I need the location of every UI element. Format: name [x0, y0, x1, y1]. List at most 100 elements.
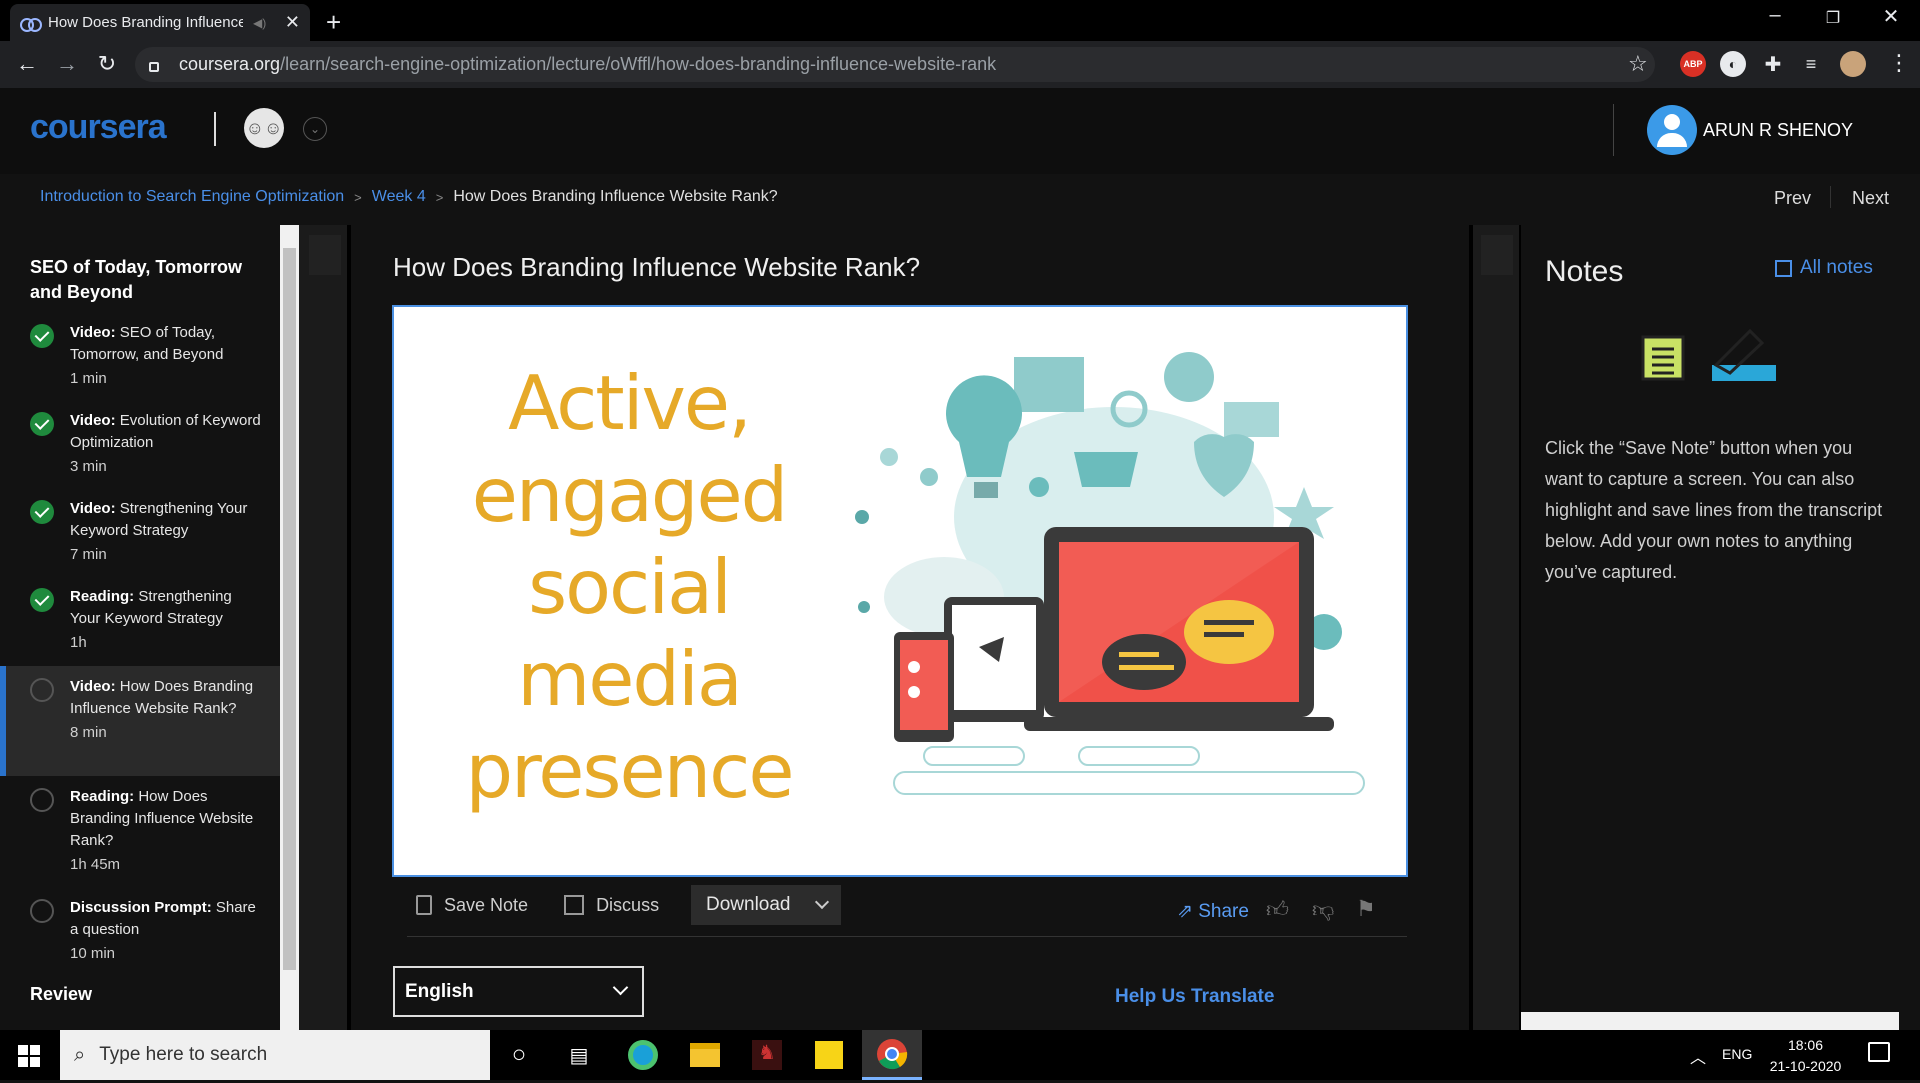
system-clock[interactable]: 18:06 21-10-2020	[1768, 1035, 1843, 1077]
discuss-button[interactable]: Discuss	[564, 895, 659, 916]
task-view-icon[interactable]: ▤	[562, 1038, 596, 1072]
sidebar-item[interactable]: Discussion Prompt: Share a question 10 mi…	[0, 897, 280, 967]
flag-icon[interactable]: ⚑	[1356, 896, 1382, 922]
breadcrumb-week-link[interactable]: Week 4	[372, 188, 426, 206]
back-icon[interactable]: ←	[12, 51, 42, 77]
adblock-icon[interactable]: ABP	[1680, 51, 1706, 77]
restore-icon[interactable]: ❐	[1810, 8, 1856, 28]
devices-illustration	[855, 352, 1365, 795]
file-explorer-icon[interactable]	[688, 1038, 722, 1072]
notes-title: Notes	[1545, 255, 1624, 288]
sticky-notes-icon[interactable]	[812, 1038, 846, 1072]
extensions-puzzle-icon[interactable]: ✚	[1760, 51, 1786, 77]
forward-icon[interactable]: →	[52, 51, 82, 77]
chrome-taskbar-button[interactable]	[862, 1030, 922, 1080]
external-link-icon	[564, 895, 585, 915]
pager-divider	[1830, 186, 1831, 208]
share-icon: ⇗	[1177, 901, 1199, 922]
review-heading: Review	[30, 984, 93, 1004]
taskbar-search[interactable]: ⌕ Type here to search	[60, 1030, 490, 1080]
slide-text: Active, engaged social media presence	[465, 359, 794, 815]
browser-tab[interactable]: How Does Branding Influence ◀) ✕	[10, 4, 310, 41]
help-translate-link[interactable]: Help Us Translate	[1115, 986, 1274, 1008]
new-tab-button[interactable]: +	[326, 7, 341, 38]
download-label: Download	[706, 894, 791, 915]
external-link-icon	[1775, 259, 1792, 277]
breadcrumb: Introduction to Search Engine Optimizati…	[40, 188, 778, 206]
completed-check-icon	[30, 500, 54, 524]
browser-menu-icon[interactable]: ⋮	[1888, 50, 1910, 76]
tray-chevron-up-icon[interactable]: ︿	[1690, 1044, 1706, 1068]
minimize-icon[interactable]: –	[1752, 4, 1798, 27]
page-scrollbar[interactable]	[1899, 225, 1920, 1030]
lock-icon	[149, 61, 159, 72]
window-close-icon[interactable]: ✕	[1868, 4, 1914, 29]
notification-center-icon[interactable]	[1868, 1042, 1890, 1062]
sidebar-scrollbar-thumb[interactable]	[283, 248, 296, 970]
cortana-icon[interactable]: ○	[502, 1038, 536, 1072]
bookmark-star-icon[interactable]: ☆	[1628, 51, 1648, 77]
all-notes-link[interactable]: All notes	[1775, 257, 1873, 279]
reload-icon[interactable]: ↻	[92, 51, 122, 77]
next-button[interactable]: Next	[1852, 188, 1889, 209]
chrome-icon	[877, 1039, 908, 1070]
sidebar-item-active[interactable]: Video: How Does Branding Influence Websi…	[0, 666, 280, 776]
user-name[interactable]: ARUN R SHENOY	[1703, 120, 1853, 141]
completed-check-icon	[30, 412, 54, 436]
breadcrumb-course-link[interactable]: Introduction to Search Engine Optimizati…	[40, 188, 344, 206]
header-divider-right	[1613, 104, 1614, 156]
sidebar-item[interactable]: Video: SEO of Today, Tomorrow, and Beyon…	[0, 322, 280, 398]
tab-title: How Does Branding Influence	[48, 14, 243, 31]
address-bar[interactable]: coursera.org/learn/search-engine-optimiz…	[135, 47, 1655, 82]
discussion-bubble-icon	[30, 899, 54, 923]
breadcrumb-separator-icon: >	[354, 189, 362, 205]
input-language[interactable]: ENG	[1722, 1046, 1752, 1062]
sidebar-item[interactable]: Video: Strengthening Your Keyword Strate…	[0, 498, 280, 574]
search-placeholder: Type here to search	[99, 1044, 268, 1065]
game-app-icon[interactable]: ♞	[750, 1038, 784, 1072]
breadcrumb-separator-icon: >	[435, 189, 444, 205]
header-divider	[214, 112, 216, 146]
share-label: Share	[1198, 901, 1249, 922]
discuss-label: Discuss	[596, 894, 660, 915]
group-icon[interactable]: ☺☺	[244, 108, 284, 148]
chevron-down-icon[interactable]: ⌄	[303, 117, 327, 141]
sidebar-collapse-column[interactable]	[299, 225, 351, 1030]
notes-horizontal-scrollbar[interactable]	[1521, 1012, 1899, 1030]
breadcrumb-current: How Does Branding Influence Website Rank…	[453, 188, 778, 205]
sidebar-item[interactable]: Reading: How Does Branding Influence Web…	[0, 786, 280, 886]
sidebar-item[interactable]: Video: Evolution of Keyword Optimization…	[0, 410, 280, 486]
coursera-logo[interactable]: coursera	[30, 108, 167, 147]
chevron-down-icon	[814, 894, 830, 910]
language-select[interactable]: English	[393, 966, 644, 1017]
media-controls-icon[interactable]: ≡	[1798, 51, 1824, 77]
save-note-button[interactable]: Save Note	[416, 895, 528, 916]
close-tab-icon[interactable]: ✕	[285, 12, 300, 33]
windows-start-icon[interactable]	[18, 1045, 40, 1067]
edge-icon[interactable]	[626, 1038, 660, 1072]
completed-check-icon	[30, 588, 54, 612]
play-circle-icon	[30, 678, 54, 702]
share-button[interactable]: ⇗ Share	[1177, 900, 1249, 923]
save-note-label: Save Note	[444, 894, 529, 915]
completed-check-icon	[30, 324, 54, 348]
profile-avatar-icon[interactable]	[1840, 51, 1866, 77]
language-value: English	[405, 980, 474, 1002]
url-text: coursera.org/learn/search-engine-optimiz…	[179, 54, 997, 74]
reading-book-icon	[30, 788, 54, 812]
notes-description: Click the “Save Note” button when you wa…	[1545, 438, 1883, 582]
download-dropdown[interactable]: Download	[691, 885, 841, 925]
coursera-header	[0, 88, 1920, 174]
speaker-icon[interactable]: ◀)	[253, 16, 266, 30]
thumbs-up-icon[interactable]: 👍︎	[1266, 896, 1292, 922]
chevron-down-icon	[612, 979, 629, 996]
user-avatar-icon[interactable]	[1647, 105, 1697, 155]
prev-button[interactable]: Prev	[1774, 188, 1811, 209]
notes-illustration-icon	[1641, 328, 1776, 381]
notes-collapse-column[interactable]	[1469, 225, 1521, 1030]
extension-circle-icon[interactable]: ◐	[1720, 51, 1746, 77]
video-player[interactable]: Active, engaged social media presence	[392, 305, 1408, 877]
video-title: How Does Branding Influence Website Rank…	[393, 252, 921, 282]
sidebar-item[interactable]: Reading: Strengthening Your Keyword Stra…	[0, 586, 280, 662]
thumbs-down-icon[interactable]: 👎︎	[1312, 896, 1338, 922]
